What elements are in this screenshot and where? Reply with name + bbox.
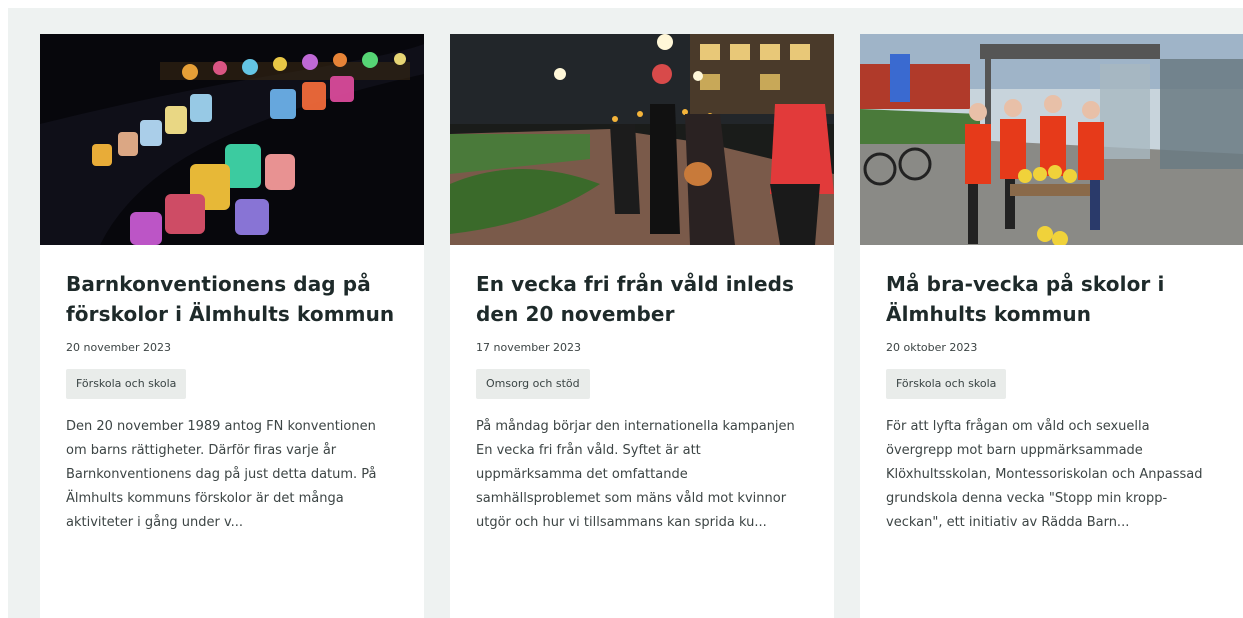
news-panel: Barnkonventionens dag på förskolor i Älm… — [8, 8, 1243, 618]
category-tag: Förskola och skola — [66, 369, 187, 399]
category-tag: Förskola och skola — [886, 369, 1007, 399]
news-card[interactable]: En vecka fri från våld inleds den 20 nov… — [450, 34, 834, 618]
category-tag: Omsorg och stöd — [476, 369, 590, 399]
card-image[interactable] — [40, 34, 424, 245]
card-date: 20 november 2023 — [66, 341, 171, 354]
card-image[interactable] — [860, 34, 1243, 245]
news-card[interactable]: Må bra-vecka på skolor i Älmhults kommun… — [860, 34, 1243, 618]
card-body: Må bra-vecka på skolor i Älmhults kommun… — [860, 245, 1243, 535]
card-title[interactable]: Barnkonventionens dag på förskolor i Älm… — [66, 269, 398, 329]
news-card[interactable]: Barnkonventionens dag på förskolor i Älm… — [40, 34, 424, 618]
card-title[interactable]: Må bra-vecka på skolor i Älmhults kommun — [886, 269, 1217, 329]
card-excerpt: Den 20 november 1989 antog FN konvention… — [66, 419, 377, 530]
card-body: En vecka fri från våld inleds den 20 nov… — [450, 245, 834, 535]
card-body: Barnkonventionens dag på förskolor i Älm… — [40, 245, 424, 535]
card-date: 20 oktober 2023 — [886, 341, 978, 354]
card-excerpt: För att lyfta frågan om våld och sexuell… — [886, 419, 1203, 530]
card-date: 17 november 2023 — [476, 341, 581, 354]
card-title[interactable]: En vecka fri från våld inleds den 20 nov… — [476, 269, 808, 329]
card-image[interactable] — [450, 34, 834, 245]
card-excerpt: På måndag börjar den internationella kam… — [476, 419, 795, 530]
